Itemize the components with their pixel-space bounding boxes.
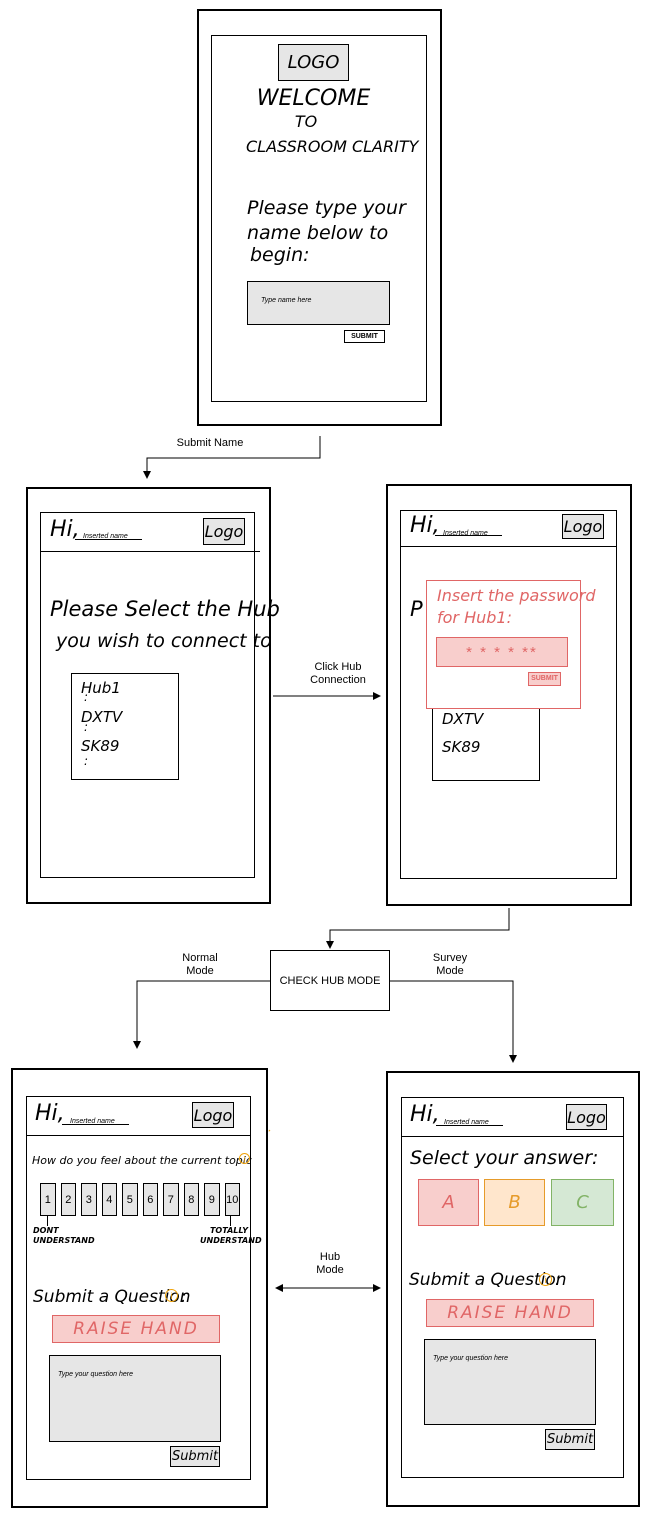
- password-modal-line1: Insert the password: [437, 586, 596, 605]
- likert-option-5[interactable]: 5: [122, 1183, 138, 1216]
- name-input-placeholder: Type name here: [261, 297, 312, 304]
- password-bg-letter: P: [410, 597, 423, 621]
- low-tick: [47, 1216, 48, 1226]
- click-hub-label: Click Hub Connection: [288, 661, 388, 687]
- welcome-title-line2: TO: [294, 112, 318, 131]
- feeling-question: How do you feel about the current topic: [32, 1154, 252, 1167]
- password-bg-hub-2: SK89: [442, 738, 481, 756]
- password-submit-button[interactable]: SUBMIT: [528, 672, 561, 686]
- hub-select-prompt-line2: you wish to connect to: [56, 630, 272, 652]
- survey-info-icon[interactable]: i: [539, 1273, 552, 1286]
- survey-mode-name: Inserted name: [444, 1119, 489, 1126]
- likert-option-3[interactable]: 3: [81, 1183, 97, 1216]
- welcome-prompt-line2: name below to: [247, 222, 389, 244]
- normal-question-textarea[interactable]: Type your question here: [49, 1355, 221, 1442]
- hub-mode-label-line1: Hub: [319, 1251, 341, 1263]
- hub-mode-label-line2: Mode: [316, 1264, 344, 1276]
- answer-option-b[interactable]: B: [484, 1179, 545, 1226]
- welcome-logo: LOGO: [278, 44, 349, 81]
- normal-question-placeholder: Type your question here: [58, 1371, 133, 1378]
- hub-dots-1: :: [84, 690, 89, 704]
- survey-question-placeholder: Type your question here: [433, 1355, 508, 1362]
- normal-colon: :: [181, 1287, 187, 1307]
- survey-raise-hand-button[interactable]: RAISE HAND: [426, 1299, 594, 1327]
- likert-scale: 1 2 3 4 5 6 7 8 9 10: [40, 1183, 240, 1216]
- high-label: TOTALLY UNDERSTAND: [200, 1226, 262, 1246]
- arrow-check-mode: [326, 908, 510, 949]
- click-hub-label-line1: Click Hub: [314, 661, 362, 673]
- hub-select-logo: Logo: [203, 518, 245, 545]
- arrow-survey-mode: [390, 980, 517, 1063]
- hub-select-prompt-line1: Please Select the Hub: [50, 597, 280, 621]
- hub-dots-3: :: [84, 754, 89, 768]
- click-hub-label-line2: Connection: [310, 674, 366, 686]
- password-name-field: Inserted name: [435, 522, 502, 537]
- hub-dots-2: :: [84, 720, 89, 734]
- survey-mode-logo: Logo: [566, 1104, 607, 1130]
- welcome-title-line3: CLASSROOM CLARITY: [246, 137, 419, 156]
- likert-option-8[interactable]: 8: [183, 1183, 199, 1216]
- info-icon[interactable]: i: [239, 1153, 250, 1164]
- survey-mode-label-line1: Survey: [432, 952, 468, 964]
- hub-select-name-field: Inserted name: [75, 525, 142, 540]
- high-label-line1: TOTALLY: [209, 1226, 248, 1235]
- normal-mode-label: Normal Mode: [160, 952, 240, 978]
- normal-submit-button[interactable]: Submit: [170, 1446, 220, 1467]
- likert-option-1[interactable]: 1: [40, 1183, 56, 1216]
- low-label-line1: DONT: [33, 1226, 59, 1235]
- high-label-line2: UNDERSTAND: [200, 1236, 262, 1245]
- arrow-normal-mode: [133, 980, 270, 1049]
- answer-option-a[interactable]: A: [418, 1179, 479, 1226]
- hub-mode-label: Hub Mode: [290, 1251, 370, 1277]
- normal-mode-name-field: Inserted name: [62, 1110, 129, 1125]
- survey-submit-button[interactable]: Submit: [545, 1429, 595, 1450]
- likert-option-2[interactable]: 2: [60, 1183, 76, 1216]
- normal-mode-label-line1: Normal: [182, 952, 218, 964]
- answer-option-c[interactable]: C: [551, 1179, 614, 1226]
- welcome-title-line1: WELCOME: [256, 86, 371, 111]
- password-name: Inserted name: [443, 530, 488, 537]
- likert-option-4[interactable]: 4: [101, 1183, 117, 1216]
- normal-mode-logo: Logo: [192, 1102, 234, 1128]
- survey-mode-name-field: Inserted name: [436, 1111, 503, 1126]
- normal-mode-label-line2: Mode: [186, 965, 214, 977]
- normal-mode-name: Inserted name: [70, 1118, 115, 1125]
- normal-raise-hand-button[interactable]: RAISE HAND: [52, 1315, 220, 1343]
- likert-option-6[interactable]: 6: [142, 1183, 158, 1216]
- check-hub-mode-box: CHECK HUB MODE: [270, 950, 390, 1011]
- survey-mode-label-line2: Mode: [436, 965, 464, 977]
- name-input[interactable]: Type name here: [247, 281, 390, 325]
- hub-select-name: Inserted name: [83, 533, 128, 540]
- high-tick: [230, 1216, 231, 1226]
- welcome-submit-button[interactable]: SUBMIT: [344, 330, 385, 343]
- password-input[interactable]: * * * * **: [436, 637, 568, 667]
- password-bg-hub-1: DXTV: [442, 710, 484, 728]
- likert-option-10[interactable]: 10: [224, 1183, 240, 1216]
- low-label: DONT UNDERSTAND: [33, 1226, 95, 1246]
- likert-option-9[interactable]: 9: [204, 1183, 220, 1216]
- likert-option-7[interactable]: 7: [163, 1183, 179, 1216]
- hub-item-3[interactable]: SK89: [81, 737, 119, 755]
- normal-info-icon[interactable]: i: [165, 1289, 178, 1302]
- welcome-prompt-line3: begin:: [250, 244, 310, 266]
- survey-question-textarea[interactable]: Type your question here: [424, 1339, 596, 1425]
- survey-colon: :: [555, 1270, 561, 1290]
- password-modal-line2: for Hub1:: [437, 608, 512, 627]
- low-label-line2: UNDERSTAND: [33, 1236, 95, 1245]
- welcome-prompt-line1: Please type your: [247, 197, 406, 219]
- normal-mode-greeting: Hi,: [35, 1101, 65, 1126]
- password-logo: Logo: [562, 514, 604, 539]
- survey-prompt: Select your answer:: [410, 1147, 599, 1169]
- survey-mode-label: Survey Mode: [410, 952, 490, 978]
- submit-name-label: Submit Name: [176, 437, 244, 449]
